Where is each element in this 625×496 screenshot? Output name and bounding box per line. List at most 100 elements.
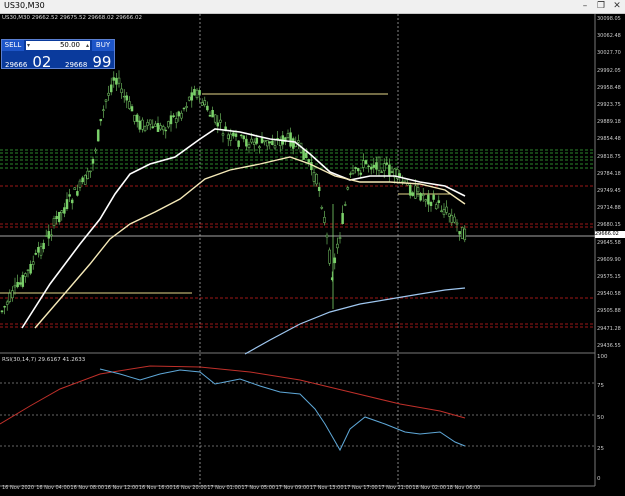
candle-body (50, 234, 53, 236)
candle-body (414, 185, 417, 199)
restore-button[interactable]: ❐ (596, 1, 606, 12)
price-axis-label: 29645.58 (597, 239, 621, 246)
price-axis-label: 29471.28 (597, 325, 621, 332)
lot-size-input[interactable]: ▾ 50.00 ▴ (26, 41, 90, 50)
candle-body (120, 88, 123, 93)
candle-body (317, 186, 321, 192)
candle-body (255, 137, 259, 144)
candle-body (445, 206, 448, 213)
candle-body (263, 139, 266, 143)
moving-average-cream (34, 156, 466, 329)
candle-body (182, 107, 186, 110)
candle-body (200, 102, 204, 106)
candle-body (427, 194, 430, 205)
candle-body (99, 118, 103, 122)
rsi-line (99, 368, 466, 452)
candle-body (440, 210, 443, 212)
indicator-axis-label: 100 (597, 354, 608, 360)
candle-body (416, 187, 420, 193)
candle-body (364, 160, 368, 165)
candle-body (133, 114, 136, 122)
candle-body (268, 141, 272, 144)
price-chart[interactable] (0, 14, 625, 496)
candle-body (367, 165, 370, 167)
candle-body (154, 123, 157, 127)
chart-area[interactable]: US30,M30 29662.52 29675.52 29668.02 2966… (0, 14, 625, 496)
candle-body (55, 215, 58, 219)
indicator-axis-label: 50 (597, 415, 604, 421)
price-axis-label: 29575.15 (597, 274, 621, 280)
time-axis-label: 17 Nov 13:00 (309, 485, 344, 491)
price-axis-label: 29889.18 (597, 119, 621, 126)
candle-body (229, 133, 233, 141)
candle-body (354, 167, 357, 169)
candle-body (21, 274, 25, 287)
candle-body (408, 185, 412, 196)
candle-body (359, 172, 363, 175)
candle-body (419, 193, 422, 201)
time-axis-label: 17 Nov 21:00 (378, 485, 412, 491)
candle-body (260, 137, 264, 144)
candle-body (63, 207, 66, 214)
candle-body (237, 140, 240, 147)
candle-body (109, 84, 113, 93)
candle-body (216, 122, 220, 127)
candle-body (89, 170, 92, 173)
candle-body (271, 140, 274, 145)
candle-body (213, 114, 217, 123)
candle-body (442, 209, 446, 215)
candle-body (291, 138, 295, 149)
buy-button[interactable]: BUY (92, 40, 114, 51)
candle-body (232, 132, 235, 137)
candle-body (169, 115, 173, 125)
candle-body (421, 194, 425, 196)
candle-body (351, 170, 355, 175)
candle-body (385, 162, 389, 165)
candle-body (323, 217, 326, 223)
candle-body (65, 199, 69, 210)
candle-body (148, 119, 152, 125)
time-axis-label: 16 Nov 2020 (2, 485, 35, 491)
candle-body (193, 89, 196, 96)
price-axis-label: 29505.88 (597, 308, 621, 315)
lot-decrease-icon[interactable]: ▾ (27, 41, 30, 50)
time-axis-label: 16 Nov 04:00 (36, 485, 70, 491)
candle-body (26, 269, 30, 271)
price-axis-label: 29923.75 (597, 102, 621, 108)
buy-price[interactable]: 29668 99 (65, 52, 111, 71)
sell-price[interactable]: 29666 02 (5, 52, 51, 71)
candle-body (143, 125, 147, 132)
candle-body (226, 134, 230, 139)
candle-body (146, 122, 149, 126)
candle-body (250, 138, 253, 143)
price-axis-label: 29749.45 (597, 188, 621, 194)
candle-body (315, 174, 318, 185)
candle-body (455, 222, 459, 225)
candle-body (187, 96, 191, 101)
candle-body (151, 126, 155, 129)
candle-body (460, 227, 464, 239)
candle-body (135, 114, 139, 122)
candle-body (346, 187, 350, 190)
indicator-axis-label: 0 (597, 476, 601, 482)
candle-body (338, 237, 342, 239)
minimize-button[interactable]: – (580, 1, 590, 12)
sell-button[interactable]: SELL (2, 40, 24, 51)
candle-body (86, 170, 90, 179)
candle-body (312, 172, 316, 182)
close-button[interactable]: ✕ (612, 1, 622, 12)
candle-body (96, 129, 100, 142)
candle-body (8, 293, 12, 302)
candle-body (307, 159, 311, 163)
time-axis-label: 16 Nov 16:00 (138, 485, 173, 491)
candle-body (447, 213, 451, 217)
candle-body (375, 162, 378, 170)
candle-body (83, 175, 87, 185)
candle-body (34, 253, 38, 255)
candle-body (336, 243, 339, 249)
lot-increase-icon[interactable]: ▴ (86, 41, 89, 50)
candle-body (130, 106, 134, 112)
candle-body (252, 141, 256, 145)
candle-body (115, 77, 118, 85)
candle-body (302, 149, 305, 160)
